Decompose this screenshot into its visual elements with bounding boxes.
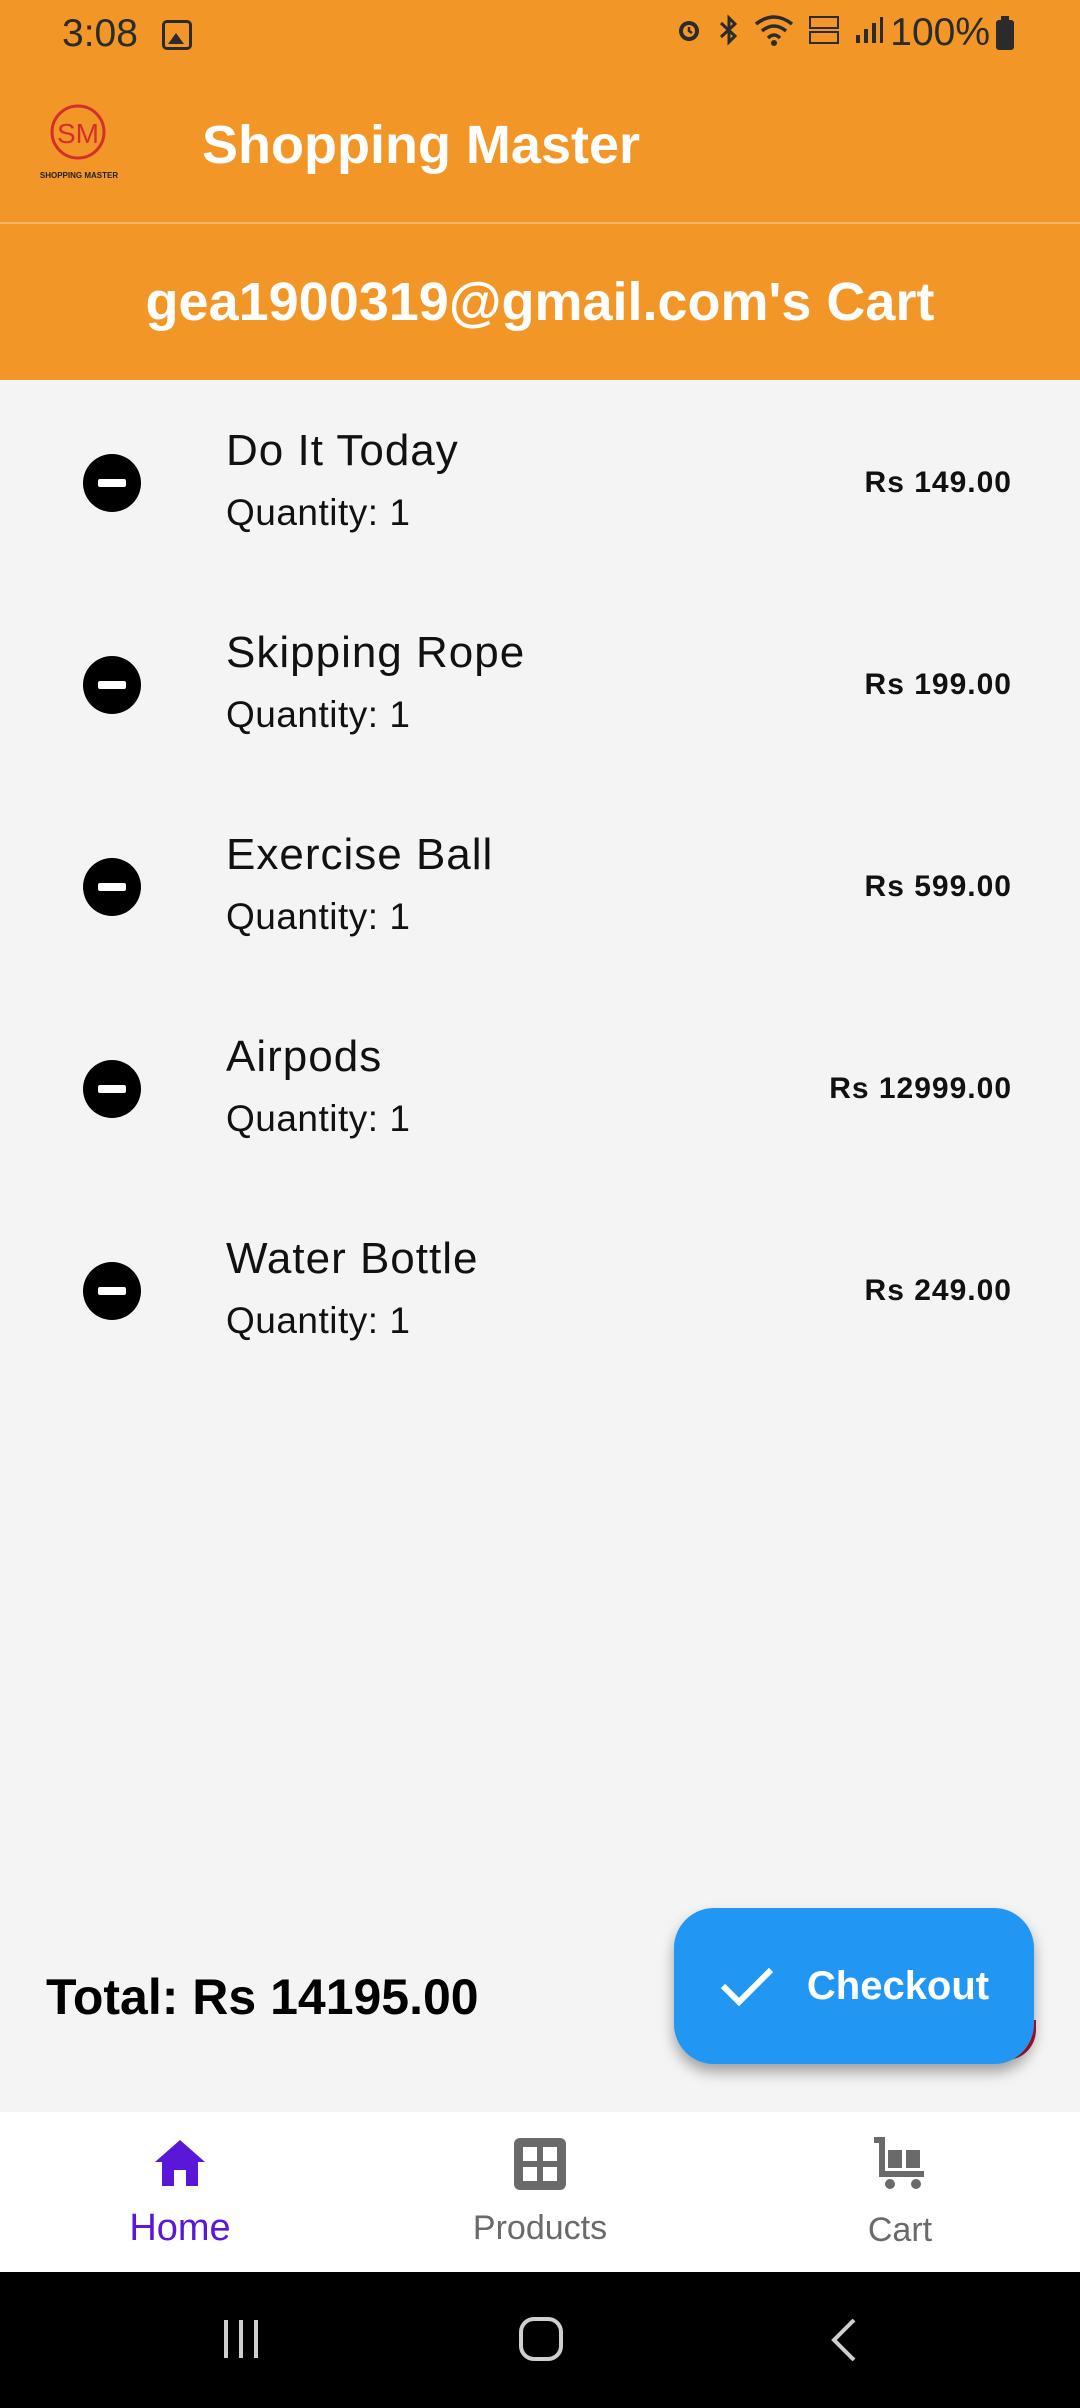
battery-percentage: 100% [890,11,990,54]
logo-monogram: SM [57,118,99,149]
checkout-button[interactable]: Checkout [674,1908,1034,2064]
cart-item: Water Bottle Quantity: 1 Rs 249.00 [0,1188,1080,1390]
check-icon [720,1967,773,2007]
volte-icon [809,16,839,44]
remove-item-button[interactable] [83,858,141,916]
item-quantity: Quantity: 1 [226,1300,411,1341]
system-navigation-bar [0,2272,1080,2408]
cart-icon [874,2137,924,2189]
cart-item: Skipping Rope Quantity: 1 Rs 199.00 [0,582,1080,784]
status-bar: 3:08 100% [0,0,1080,72]
back-icon[interactable] [826,2316,862,2364]
item-name: Skipping Rope [226,628,526,677]
battery-icon [996,16,1014,50]
cart-item: Airpods Quantity: 1 Rs 12999.00 [0,986,1080,1188]
bluetooth-icon [719,14,738,46]
app-logo: SM SHOPPING MASTER [40,104,118,180]
status-time: 3:08 [62,12,138,55]
item-price: Rs 599.00 [864,870,1012,903]
item-price: Rs 149.00 [864,466,1012,499]
remove-item-button[interactable] [83,1262,141,1320]
nav-products-label: Products [472,2209,608,2247]
nav-cart[interactable]: Cart [750,2136,1050,2250]
nav-home[interactable]: Home [30,2136,330,2250]
signal-icon [856,17,883,43]
logo-caption: SHOPPING MASTER [40,171,118,180]
remove-item-button[interactable] [83,1060,141,1118]
status-icons [674,14,884,46]
app-bar: SM SHOPPING MASTER Shopping Master [0,72,1080,224]
cart-item-list: Do It Today Quantity: 1 Rs 149.00 Skippi… [0,380,1080,1390]
recent-apps-icon[interactable] [218,2316,264,2362]
nav-products[interactable]: Products [390,2136,690,2248]
bottom-navigation: Home Products Cart [0,2112,1080,2272]
item-quantity: Quantity: 1 [226,896,411,937]
alarm-icon [679,21,699,41]
wifi-icon [754,15,794,46]
grid-icon [514,2138,566,2190]
gallery-notification-icon [162,20,192,50]
item-name: Airpods [226,1032,383,1081]
cart-total: Total: Rs 14195.00 [46,1969,479,2025]
home-icon [155,2140,205,2186]
home-system-icon[interactable] [516,2314,566,2364]
item-name: Do It Today [226,426,459,475]
item-price: Rs 12999.00 [829,1072,1012,1105]
cart-title: gea1900319@gmail.com's Cart [145,272,935,332]
cart-item: Exercise Ball Quantity: 1 Rs 599.00 [0,784,1080,986]
remove-item-button[interactable] [83,454,141,512]
app-title: Shopping Master [202,115,641,175]
item-quantity: Quantity: 1 [226,694,411,735]
remove-item-button[interactable] [83,656,141,714]
nav-home-label: Home [129,2207,231,2249]
item-price: Rs 199.00 [864,668,1012,701]
item-price: Rs 249.00 [864,1274,1012,1307]
cart-header: gea1900319@gmail.com's Cart [0,224,1080,380]
item-name: Water Bottle [226,1234,479,1283]
nav-cart-label: Cart [867,2211,933,2249]
item-quantity: Quantity: 1 [226,1098,411,1139]
item-quantity: Quantity: 1 [226,492,411,533]
item-name: Exercise Ball [226,830,494,879]
cart-item: Do It Today Quantity: 1 Rs 149.00 [0,380,1080,582]
checkout-label: Checkout [806,1963,990,2008]
